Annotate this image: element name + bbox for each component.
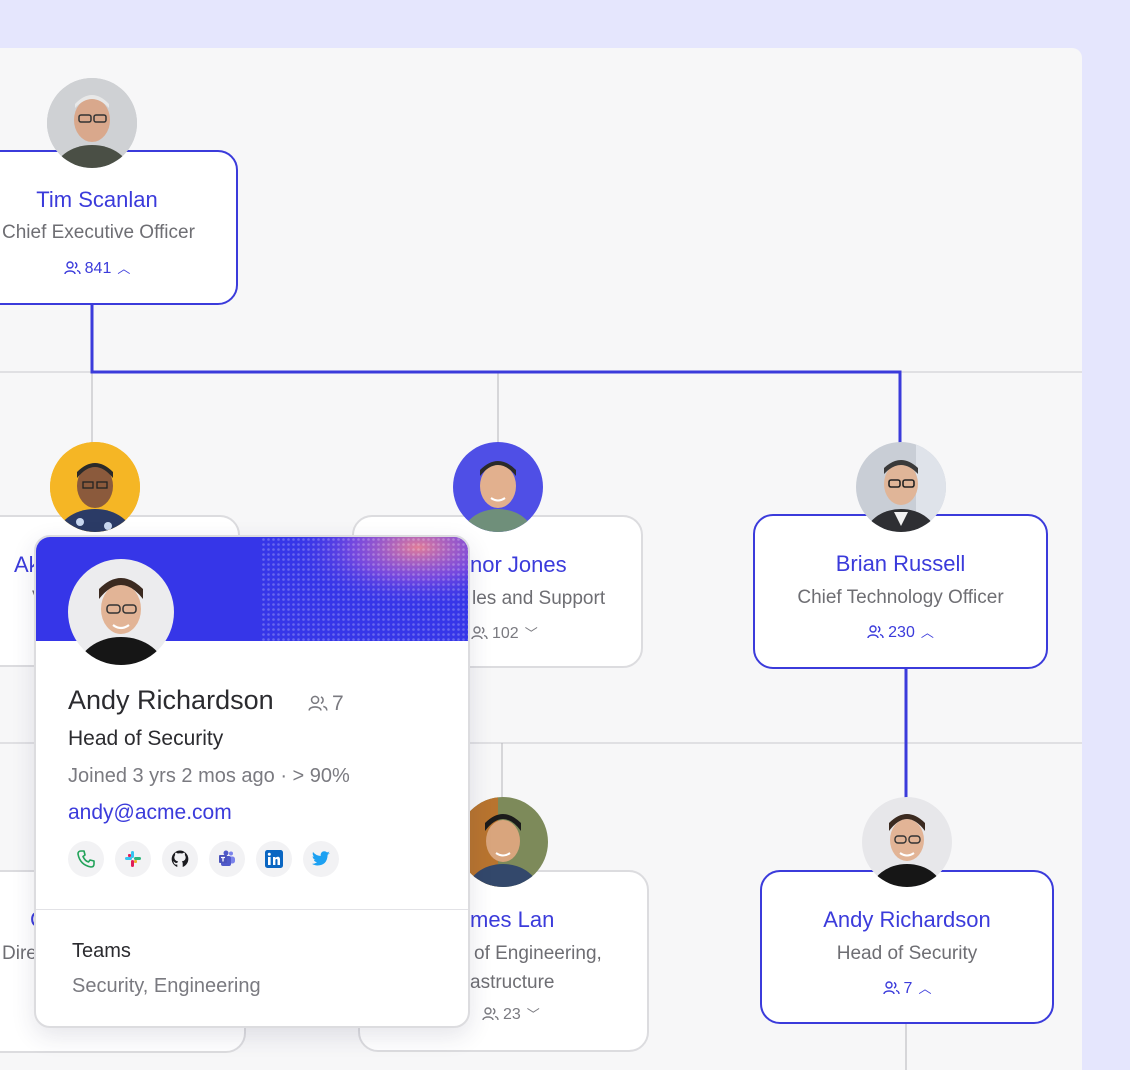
node-reports-count[interactable]: 23 ﹀ <box>482 1004 647 1024</box>
people-icon <box>63 261 81 275</box>
chevron-up-icon: ︿ <box>918 981 932 996</box>
twitter-icon[interactable] <box>303 841 339 877</box>
avatar-vp-left <box>50 442 140 532</box>
node-reports-count[interactable]: 102 ﹀ <box>471 623 641 643</box>
org-node-ceo[interactable]: Tim Scanlan Chief Executive Officer 841 ︿ <box>0 150 238 305</box>
teams-icon[interactable] <box>209 841 245 877</box>
node-reports-count[interactable]: 841 ︿ <box>2 258 192 278</box>
node-title: les and Support <box>472 588 606 609</box>
linkedin-icon[interactable] <box>256 841 292 877</box>
node-title: Head of Security <box>836 943 978 964</box>
slack-icon[interactable] <box>115 841 151 877</box>
avatar-sales <box>453 442 543 532</box>
teams-label: Teams <box>72 940 131 962</box>
people-icon <box>867 625 884 639</box>
teams-value: Security, Engineering <box>72 975 261 997</box>
chevron-down-icon: ﹀ <box>526 1007 540 1022</box>
org-node-cto[interactable]: Brian Russell Chief Technology Officer 2… <box>753 514 1048 669</box>
node-name: nor Jones <box>470 552 567 577</box>
node-name: Tim Scanlan <box>36 187 158 212</box>
profile-joined: Joined 3 yrs 2 mos ago · > 90% <box>68 765 350 787</box>
node-title: Chief Executive Officer <box>2 222 195 243</box>
node-reports-count[interactable]: 7 ︿ <box>762 978 1052 998</box>
node-reports-count[interactable]: 230 ︿ <box>755 622 1046 642</box>
profile-reports-count: 7 <box>308 692 344 716</box>
profile-email-link[interactable]: andy@acme.com <box>68 801 232 825</box>
org-node-andy[interactable]: Andy Richardson Head of Security 7 ︿ <box>760 870 1054 1024</box>
avatar-james <box>458 797 548 887</box>
node-name: Andy Richardson <box>823 907 991 932</box>
avatar-andy <box>862 797 952 887</box>
node-name: mes Lan <box>470 907 555 932</box>
phone-icon[interactable] <box>68 841 104 877</box>
profile-popup: Andy Richardson 7 Head of Security Joine… <box>34 535 470 1028</box>
people-icon <box>471 626 488 640</box>
avatar-ceo <box>47 78 137 168</box>
people-icon <box>308 695 328 711</box>
github-icon[interactable] <box>162 841 198 877</box>
profile-title: Head of Security <box>68 727 224 750</box>
node-name: Brian Russell <box>835 551 966 576</box>
node-title: Chief Technology Officer <box>797 587 1004 608</box>
chevron-down-icon: ﹀ <box>524 626 538 641</box>
chevron-up-icon: ︿ <box>920 625 934 640</box>
profile-avatar <box>68 559 174 665</box>
popup-divider <box>36 909 468 910</box>
profile-name: Andy Richardson <box>68 685 274 715</box>
people-icon <box>482 1007 499 1021</box>
node-title-line2: astructure <box>470 972 555 993</box>
avatar-cto <box>856 442 946 532</box>
people-icon <box>882 981 900 995</box>
chevron-up-icon: ︿ <box>117 261 131 276</box>
node-title: of Engineering, <box>474 943 602 964</box>
social-links <box>68 841 339 877</box>
